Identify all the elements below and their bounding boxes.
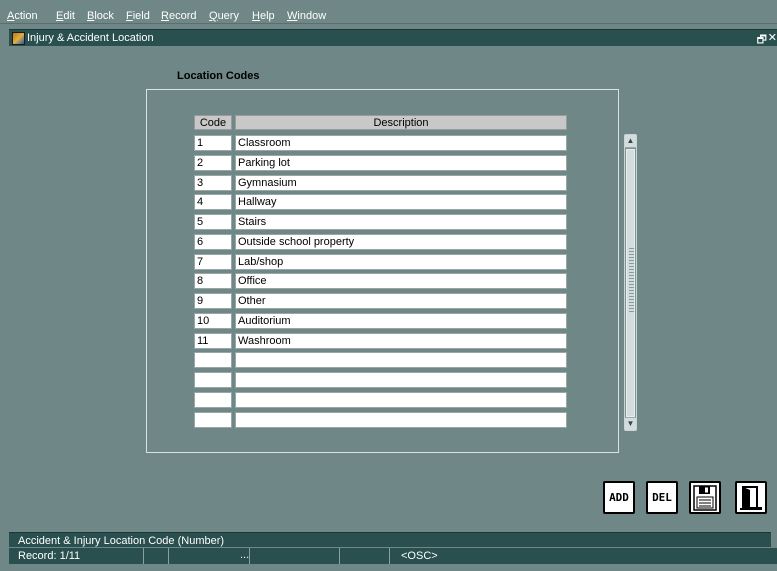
menu-bar: Action Edit Block Field Record Query Hel… bbox=[0, 0, 777, 24]
scroll-thumb[interactable] bbox=[626, 149, 635, 417]
description-cell[interactable] bbox=[235, 412, 567, 428]
code-cell[interactable]: 9 bbox=[194, 293, 232, 309]
code-cell[interactable] bbox=[194, 392, 232, 408]
description-cell[interactable]: Other bbox=[235, 293, 567, 309]
description-cell[interactable] bbox=[235, 352, 567, 368]
description-cell[interactable]: Stairs bbox=[235, 214, 567, 230]
column-header-code: Code bbox=[194, 115, 232, 130]
delete-button[interactable]: DEL bbox=[646, 481, 678, 514]
window-title: Injury & Accident Location bbox=[27, 32, 154, 44]
add-button[interactable]: ADD bbox=[603, 481, 635, 514]
scroll-up-icon[interactable]: ▲ bbox=[625, 135, 636, 148]
status-segment bbox=[144, 548, 169, 564]
menu-edit[interactable]: Edit bbox=[56, 10, 75, 23]
bottom-strip bbox=[0, 564, 777, 571]
code-cell[interactable]: 1 bbox=[194, 135, 232, 151]
code-cell[interactable]: 6 bbox=[194, 234, 232, 250]
description-cell[interactable]: Classroom bbox=[235, 135, 567, 151]
status-segment bbox=[250, 548, 340, 564]
mode-indicator: <OSC> bbox=[401, 550, 438, 562]
description-cell[interactable] bbox=[235, 372, 567, 388]
code-cell[interactable]: 4 bbox=[194, 194, 232, 210]
column-header-description: Description bbox=[235, 115, 567, 130]
vertical-scrollbar[interactable]: ▲ ▼ bbox=[624, 134, 637, 431]
scroll-down-icon[interactable]: ▼ bbox=[625, 417, 636, 430]
scroll-grip bbox=[629, 248, 634, 312]
status-segment bbox=[9, 548, 144, 564]
exit-button[interactable] bbox=[735, 481, 767, 514]
code-cell[interactable]: 5 bbox=[194, 214, 232, 230]
menu-record[interactable]: Record bbox=[161, 10, 196, 23]
status-bar: Record: 1/11 ... <OSC> bbox=[9, 548, 777, 564]
menu-action[interactable]: Action bbox=[7, 10, 38, 23]
code-cell[interactable]: 2 bbox=[194, 155, 232, 171]
description-cell[interactable]: Hallway bbox=[235, 194, 567, 210]
code-cell[interactable]: 10 bbox=[194, 313, 232, 329]
menu-block[interactable]: Block bbox=[87, 10, 114, 23]
description-cell[interactable]: Auditorium bbox=[235, 313, 567, 329]
status-segment bbox=[340, 548, 390, 564]
menu-query[interactable]: Query bbox=[209, 10, 239, 23]
description-cell[interactable]: Parking lot bbox=[235, 155, 567, 171]
window-title-bar: Injury & Accident Location 🗗 ✕ bbox=[9, 29, 777, 46]
status-segment bbox=[169, 548, 250, 564]
section-title: Location Codes bbox=[177, 70, 260, 82]
menu-help[interactable]: Help bbox=[252, 10, 275, 23]
floppy-disk-icon bbox=[693, 484, 717, 511]
field-hint: Accident & Injury Location Code (Number) bbox=[18, 535, 225, 547]
description-cell[interactable]: Outside school property bbox=[235, 234, 567, 250]
save-button[interactable] bbox=[689, 481, 721, 514]
description-cell[interactable]: Gymnasium bbox=[235, 175, 567, 191]
menu-window[interactable]: Window bbox=[287, 10, 326, 23]
code-cell[interactable] bbox=[194, 352, 232, 368]
menu-field[interactable]: Field bbox=[126, 10, 150, 23]
hint-bar: Accident & Injury Location Code (Number) bbox=[9, 532, 771, 547]
description-cell[interactable]: Office bbox=[235, 273, 567, 289]
code-cell[interactable]: 7 bbox=[194, 254, 232, 270]
description-cell[interactable]: Washroom bbox=[235, 333, 567, 349]
code-cell[interactable]: 3 bbox=[194, 175, 232, 191]
code-cell[interactable]: 8 bbox=[194, 273, 232, 289]
description-cell[interactable]: Lab/shop bbox=[235, 254, 567, 270]
door-exit-icon bbox=[740, 485, 762, 510]
close-icon[interactable]: ✕ bbox=[768, 31, 777, 44]
code-cell[interactable] bbox=[194, 372, 232, 388]
app-icon bbox=[12, 32, 25, 45]
status-dots: ... bbox=[240, 549, 250, 561]
description-cell[interactable] bbox=[235, 392, 567, 408]
code-cell[interactable] bbox=[194, 412, 232, 428]
code-cell[interactable]: 11 bbox=[194, 333, 232, 349]
